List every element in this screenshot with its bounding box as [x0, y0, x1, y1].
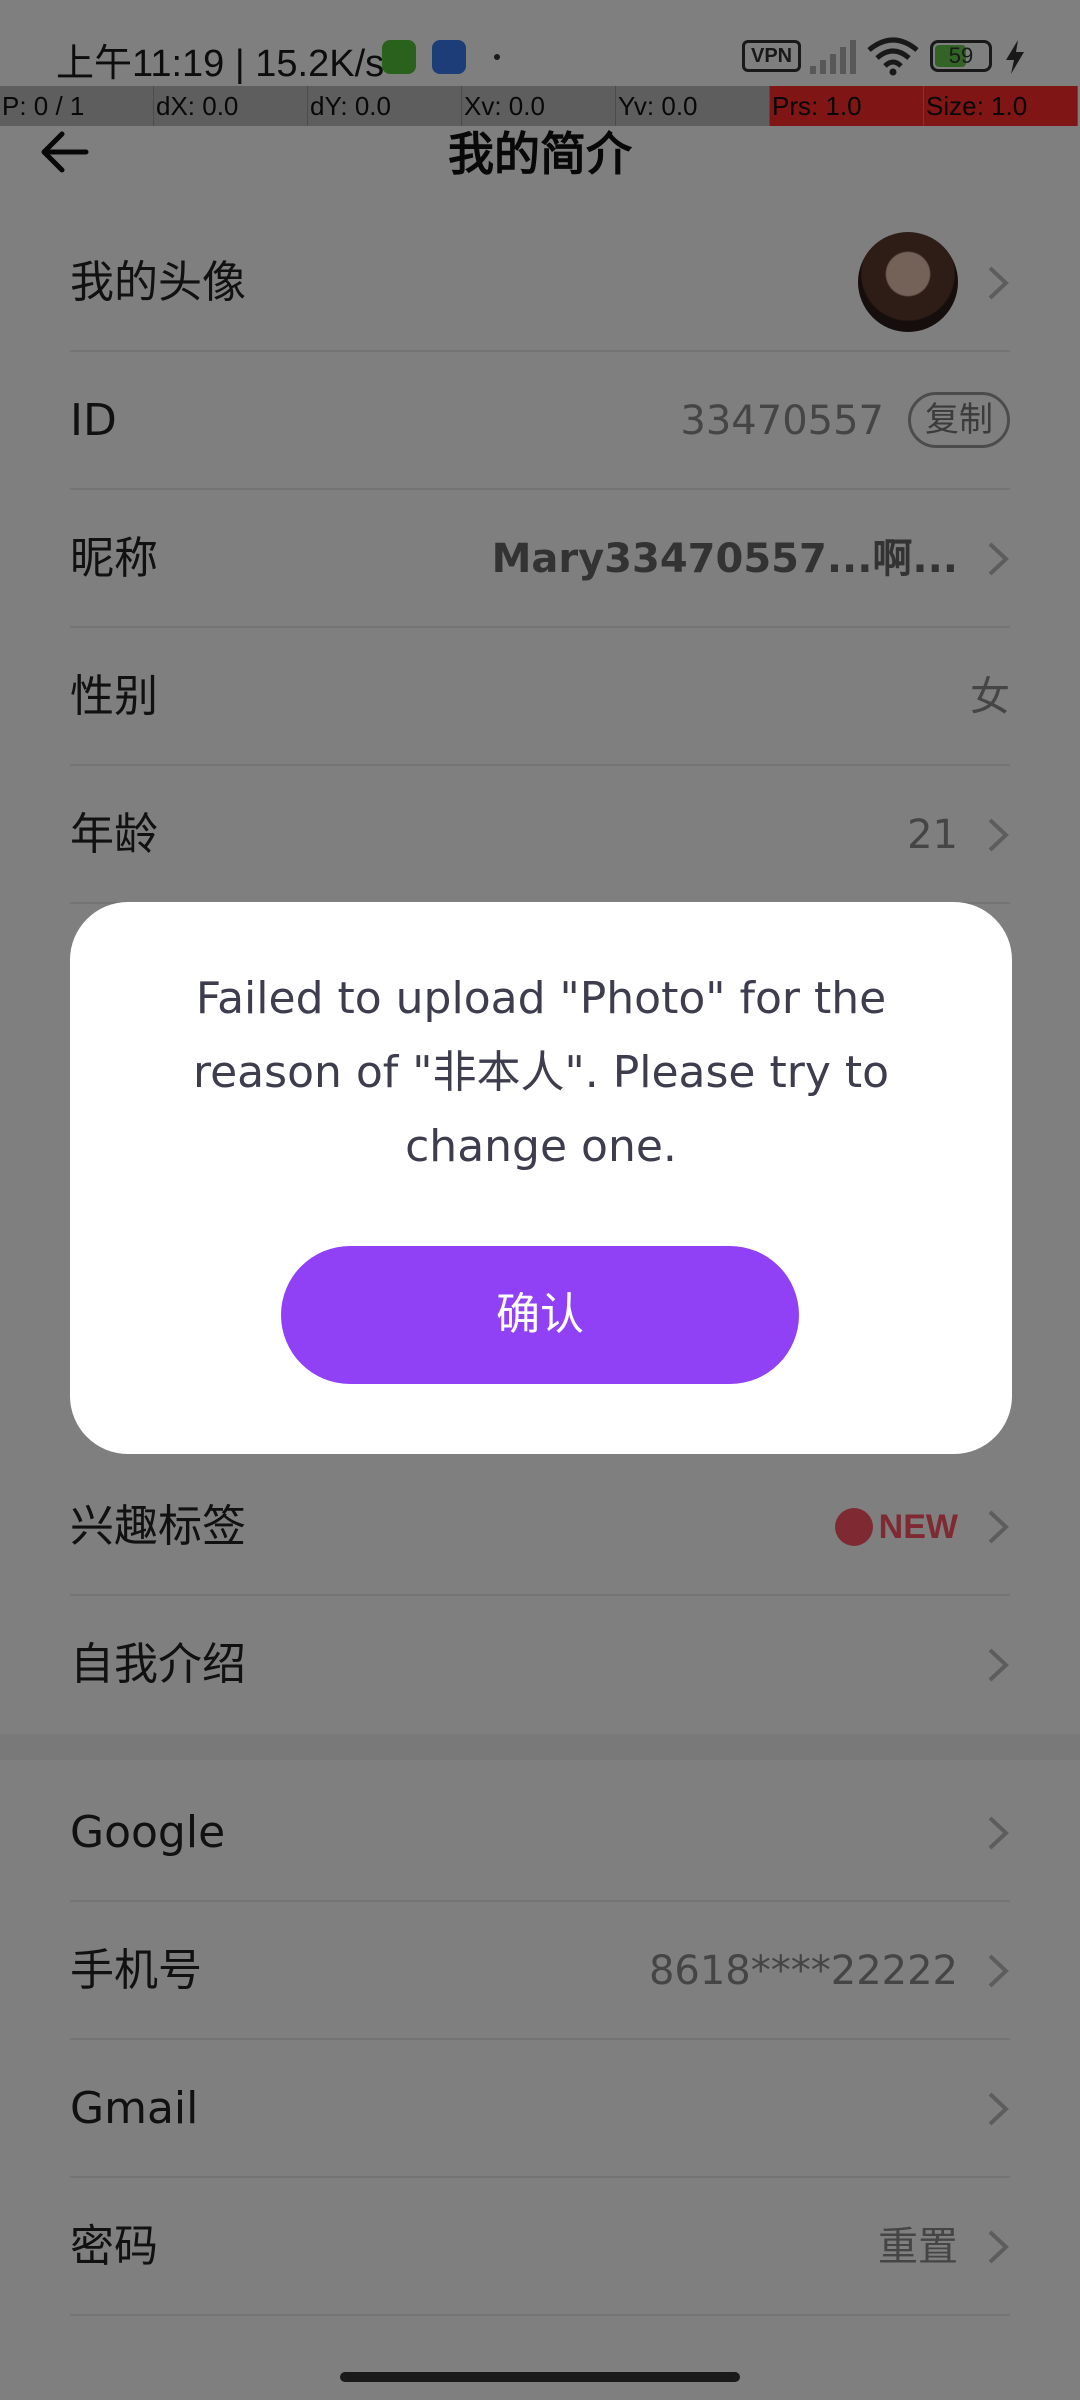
- battery-level: 59: [948, 43, 974, 68]
- error-dialog: Failed to upload "Photo" for the reason …: [70, 902, 1012, 1454]
- confirm-button[interactable]: 确认: [281, 1246, 799, 1384]
- gesture-nav-bar[interactable]: [340, 2372, 740, 2382]
- dialog-message: Failed to upload "Photo" for the reason …: [192, 973, 890, 1172]
